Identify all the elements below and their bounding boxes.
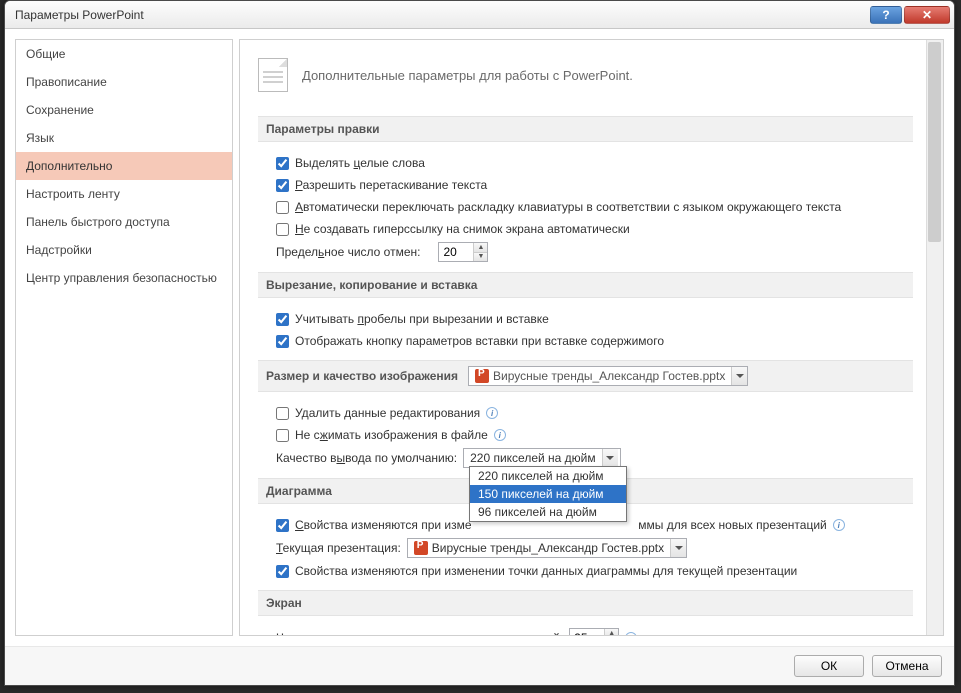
current-presentation-label: Текущая презентация: [276, 541, 401, 555]
info-icon[interactable]: i [625, 632, 637, 636]
opt-whole-words[interactable]: Выделять целые слова [276, 156, 425, 170]
help-button[interactable]: ? [870, 6, 902, 24]
image-target-doc-combo[interactable]: Вирусные тренды_Александр Гостев.pptx [468, 366, 748, 386]
opt-auto-keyboard[interactable]: Автоматически переключать раскладку клав… [276, 200, 841, 214]
opt-paste-button[interactable]: Отображать кнопку параметров вставки при… [276, 334, 664, 348]
quality-combo[interactable]: 220 пикселей на дюйм [463, 448, 621, 468]
sidebar-item-6[interactable]: Панель быстрого доступа [16, 208, 232, 236]
recent-count-label: Число элементов в списке последних презе… [276, 631, 563, 636]
sidebar-item-7[interactable]: Надстройки [16, 236, 232, 264]
quality-option[interactable]: 220 пикселей на дюйм [470, 467, 626, 485]
page-description: Дополнительные параметры для работы с Po… [302, 68, 633, 83]
recent-count-spinner[interactable]: ▲▼ [569, 628, 619, 636]
info-icon[interactable]: i [833, 519, 845, 531]
sidebar-item-4[interactable]: Дополнительно [16, 152, 232, 180]
sidebar-item-8[interactable]: Центр управления безопасностью [16, 264, 232, 292]
current-presentation-combo[interactable]: Вирусные тренды_Александр Гостев.pptx [407, 538, 687, 558]
quality-dropdown-list: 220 пикселей на дюйм150 пикселей на дюйм… [469, 466, 627, 522]
opt-drag-text[interactable]: Разрешить перетаскивание текста [276, 178, 487, 192]
opt-smart-spaces[interactable]: Учитывать пробелы при вырезании и вставк… [276, 312, 549, 326]
dialog-footer: ОК Отмена [5, 646, 954, 685]
powerpoint-icon [414, 541, 428, 555]
ok-button[interactable]: ОК [794, 655, 864, 677]
sidebar-item-0[interactable]: Общие [16, 40, 232, 68]
vertical-scrollbar[interactable] [926, 40, 943, 635]
options-panel: Дополнительные параметры для работы с Po… [239, 39, 944, 636]
info-icon[interactable]: i [494, 429, 506, 441]
section-edit-header: Параметры правки [258, 116, 913, 142]
undo-label: Предельное число отмен: [276, 245, 420, 259]
sidebar-item-5[interactable]: Настроить ленту [16, 180, 232, 208]
document-icon [258, 58, 288, 92]
opt-no-hyperlink[interactable]: Не создавать гиперссылку на снимок экран… [276, 222, 630, 236]
opt-discard-edit[interactable]: Удалить данные редактирования [276, 406, 480, 420]
sidebar-item-2[interactable]: Сохранение [16, 96, 232, 124]
sidebar-item-3[interactable]: Язык [16, 124, 232, 152]
window-title: Параметры PowerPoint [15, 8, 870, 22]
cancel-button[interactable]: Отмена [872, 655, 942, 677]
powerpoint-icon [475, 369, 489, 383]
section-clipboard-header: Вырезание, копирование и вставка [258, 272, 913, 298]
title-bar: Параметры PowerPoint ? ✕ [5, 1, 954, 29]
scrollbar-thumb[interactable] [928, 42, 941, 242]
info-icon[interactable]: i [486, 407, 498, 419]
opt-no-compress[interactable]: Не сжимать изображения в файле [276, 428, 488, 442]
section-image-header: Размер и качество изображения Вирусные т… [258, 360, 913, 392]
quality-option[interactable]: 96 пикселей на дюйм [470, 503, 626, 521]
opt-chart-current[interactable]: Свойства изменяются при изменении точки … [276, 564, 797, 578]
undo-spinner[interactable]: ▲▼ [438, 242, 488, 262]
sidebar-item-1[interactable]: Правописание [16, 68, 232, 96]
options-dialog: Параметры PowerPoint ? ✕ ОбщиеПравописан… [4, 0, 955, 686]
category-sidebar: ОбщиеПравописаниеСохранениеЯзыкДополните… [15, 39, 233, 636]
close-button[interactable]: ✕ [904, 6, 950, 24]
quality-label: Качество вывода по умолчанию: [276, 451, 457, 465]
quality-option[interactable]: 150 пикселей на дюйм [470, 485, 626, 503]
section-screen-header: Экран [258, 590, 913, 616]
